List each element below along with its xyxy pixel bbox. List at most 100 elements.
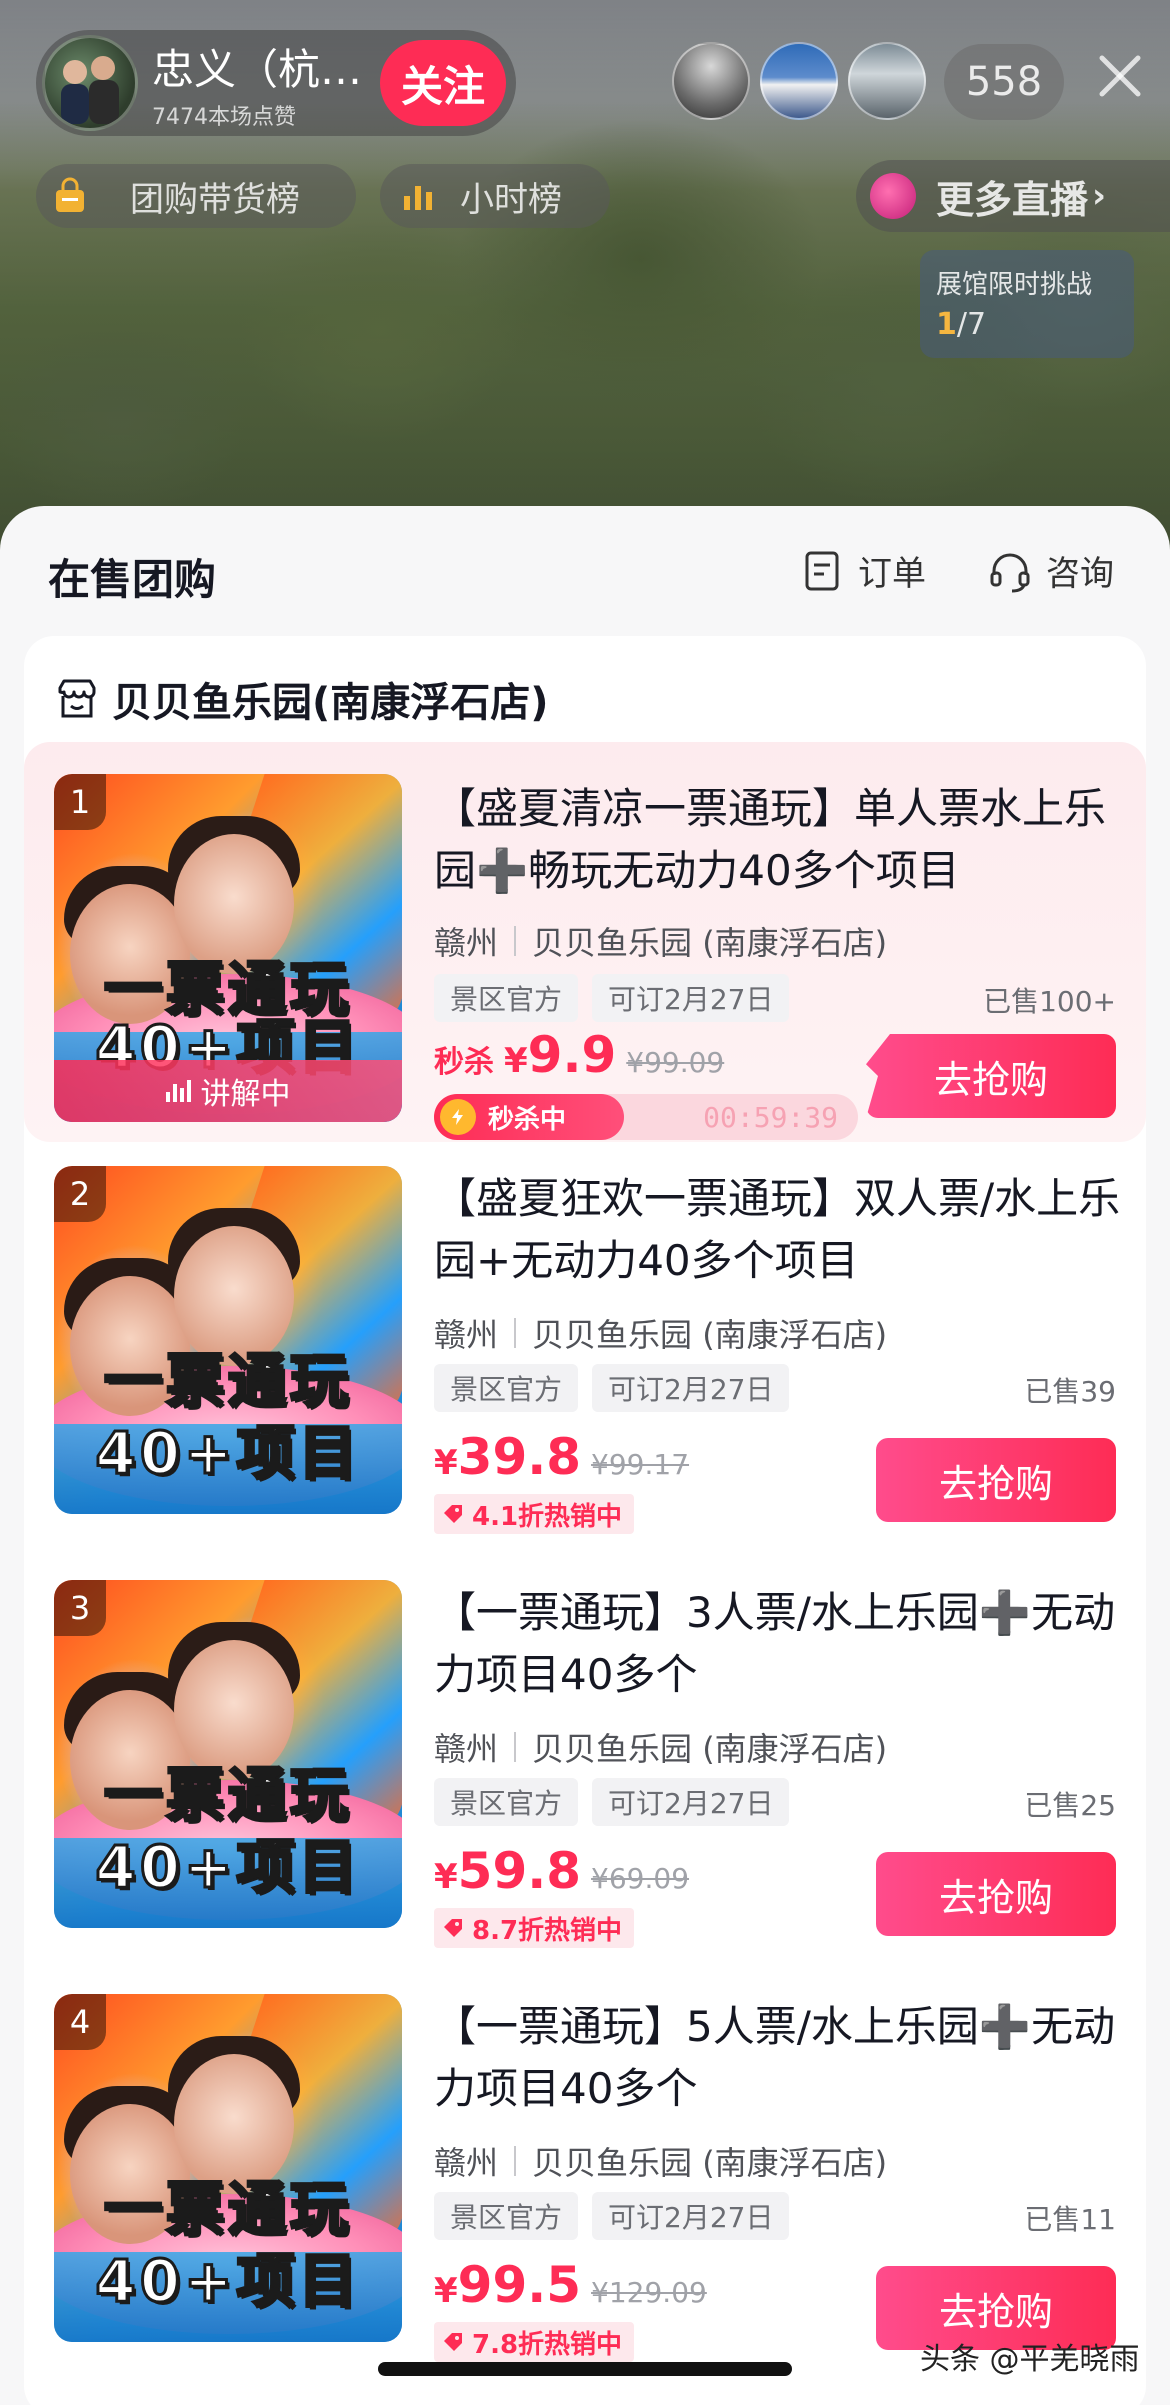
host-likes: 7474本场点赞 [152, 104, 296, 130]
viewer-avatar[interactable] [760, 42, 838, 120]
close-icon[interactable] [1090, 46, 1150, 106]
more-live-button[interactable]: 更多直播 › [856, 160, 1170, 232]
product-thumbnail[interactable]: 一票通玩 40+项目 2 [54, 1166, 402, 1514]
product-thumbnail[interactable]: 一票通玩 40+项目 3 [54, 1580, 402, 1928]
product-thumbnail[interactable]: 一票通玩 40+项目 1 讲解中 [54, 774, 402, 1122]
thumbnail-caption: 40+项目 [94, 1832, 361, 1903]
price-tag-icon [444, 2333, 462, 2351]
lightning-icon [440, 1099, 476, 1135]
group-buy-rank-chip[interactable]: 团购带货榜 [36, 164, 356, 228]
product-card[interactable]: 一票通玩 40+项目 3 【一票通玩】3人票/水上乐园➕无动力项目40多个 赣州… [24, 1570, 1146, 1970]
sheet-title: 在售团购 [48, 555, 217, 604]
product-store: 贝贝鱼乐园 (南康浮石店) [532, 924, 888, 962]
product-location: 赣州 贝贝鱼乐园 (南康浮石店) [434, 918, 887, 964]
thumbnail-caption: 40+项目 [94, 2246, 361, 2317]
product-city: 赣州 [434, 924, 499, 962]
live-avatar-icon [870, 173, 916, 219]
buy-now-label: 去抢购 [933, 1057, 1048, 1102]
product-title[interactable]: 【一票通玩】3人票/水上乐园➕无动力项目40多个 [434, 1582, 1124, 1706]
store-header[interactable]: 贝贝鱼乐园(南康浮石店) [54, 670, 549, 728]
viewer-avatar[interactable] [672, 42, 750, 120]
rank-badge: 2 [54, 1166, 106, 1222]
buy-now-label: 去抢购 [938, 2289, 1053, 2334]
sale-price: 9.9 [527, 1026, 617, 1084]
discount-badge: 8.7折热销中 [434, 1908, 635, 1948]
consult-label: 咨询 [1046, 554, 1114, 594]
bar-chart-icon [398, 176, 438, 216]
rank-badge: 4 [54, 1994, 106, 2050]
headset-icon [990, 553, 1030, 592]
viewer-avatar[interactable] [848, 42, 926, 120]
sold-count: 已售39 [1024, 1375, 1116, 1408]
consult-button[interactable]: 咨询 [988, 546, 1114, 595]
viewer-avatars[interactable] [672, 42, 926, 120]
follow-button[interactable]: 关注 [380, 40, 506, 126]
currency-symbol: ¥ [434, 1857, 458, 1897]
rank-badge: 3 [54, 1580, 106, 1636]
tag-official: 景区官方 [434, 2192, 579, 2240]
buy-now-button[interactable]: 去抢购 [876, 1852, 1116, 1936]
discount-badge: 7.8折热销中 [434, 2322, 635, 2362]
product-location: 赣州 贝贝鱼乐园 (南康浮石店) [434, 1310, 887, 1356]
exhibit-challenge[interactable]: 展馆限时挑战 1/7 [920, 250, 1134, 358]
watermark: 头条 @平羌晓雨 [920, 2342, 1140, 2377]
host-info[interactable]: 忠义（杭… 7474本场点赞 关注 [36, 30, 516, 136]
buy-now-button[interactable]: 去抢购 [876, 1438, 1116, 1522]
product-city: 赣州 [434, 1316, 499, 1354]
rank-badge: 1 [54, 774, 106, 830]
product-tags: 景区官方 可订2月27日 [434, 1778, 790, 1826]
orders-icon [805, 551, 839, 590]
product-title[interactable]: 【盛夏清凉一票通玩】单人票水上乐园➕畅玩无动力40多个项目 [434, 778, 1124, 902]
group-buy-rank-label: 团购带货榜 [130, 179, 300, 220]
sale-price: 39.8 [457, 1428, 582, 1486]
orders-button[interactable]: 订单 [800, 546, 926, 595]
discount-label: 4.1折热销中 [472, 1501, 623, 1532]
store-icon [58, 679, 96, 718]
sale-price: 59.8 [457, 1842, 582, 1900]
more-live-label: 更多直播 [936, 177, 1089, 222]
explaining-badge: 讲解中 [54, 1060, 402, 1122]
price-row: ¥ 59.8 ¥69.09 [434, 1842, 689, 1900]
currency-symbol: ¥ [434, 2271, 458, 2311]
group-buy-sheet: 在售团购 订单 咨询 贝贝鱼乐园(南康浮石店) 一票通玩 40+项目 1 讲解中… [0, 506, 1170, 2405]
sale-price: 99.5 [457, 2256, 582, 2314]
host-avatar[interactable] [42, 35, 138, 131]
buy-now-label: 去抢购 [938, 1875, 1053, 1920]
challenge-progress: 1/7 [936, 307, 1118, 342]
price-tag-icon [444, 1505, 462, 1523]
product-card[interactable]: 一票通玩 40+项目 2 【盛夏狂欢一票通玩】双人票/水上乐园+无动力40多个项… [24, 1156, 1146, 1556]
discount-label: 7.8折热销中 [472, 2329, 623, 2360]
store-name: 贝贝鱼乐园(南康浮石店) [112, 680, 549, 726]
sold-count: 已售11 [1024, 2203, 1116, 2236]
hourly-rank-label: 小时榜 [460, 179, 562, 220]
flash-status-label: 秒杀中 [488, 1104, 567, 1135]
product-store: 贝贝鱼乐园 (南康浮石店) [532, 1730, 888, 1768]
product-store: 贝贝鱼乐园 (南康浮石店) [532, 1316, 888, 1354]
host-avatar-image [61, 56, 119, 124]
price-row: 秒杀 ¥ 9.9 ¥99.09 [434, 1026, 724, 1084]
tag-official: 景区官方 [434, 974, 579, 1022]
challenge-current: 1 [936, 307, 957, 342]
product-title[interactable]: 【盛夏狂欢一票通玩】双人票/水上乐园+无动力40多个项目 [434, 1168, 1124, 1292]
home-indicator[interactable] [378, 2362, 792, 2376]
product-city: 赣州 [434, 2144, 499, 2182]
product-thumbnail[interactable]: 一票通玩 40+项目 4 [54, 1994, 402, 2342]
currency-symbol: ¥ [504, 1041, 528, 1081]
product-title[interactable]: 【一票通玩】5人票/水上乐园➕无动力项目40多个 [434, 1996, 1124, 2120]
hourly-rank-chip[interactable]: 小时榜 [380, 164, 610, 228]
chevron-right-icon: › [1092, 176, 1107, 216]
original-price: ¥69.09 [591, 1862, 690, 1895]
flash-sale-label: 秒杀 [434, 1045, 494, 1080]
thumbnail-caption: 40+项目 [94, 1418, 361, 1489]
tag-bookable: 可订2月27日 [592, 2192, 790, 2240]
product-card[interactable]: 一票通玩 40+项目 4 【一票通玩】5人票/水上乐园➕无动力项目40多个 赣州… [24, 1984, 1146, 2384]
buy-now-button[interactable]: 去抢购 [866, 1034, 1116, 1118]
challenge-title: 展馆限时挑战 [936, 270, 1093, 300]
challenge-total: /7 [956, 307, 987, 342]
discount-label: 8.7折热销中 [472, 1915, 623, 1946]
product-card[interactable]: 一票通玩 40+项目 1 讲解中 【盛夏清凉一票通玩】单人票水上乐园➕畅玩无动力… [24, 742, 1146, 1142]
product-tags: 景区官方 可订2月27日 [434, 2192, 790, 2240]
explaining-label: 讲解中 [200, 1077, 291, 1112]
tag-bookable: 可订2月27日 [592, 1364, 790, 1412]
viewer-count[interactable]: 558 [944, 44, 1064, 120]
